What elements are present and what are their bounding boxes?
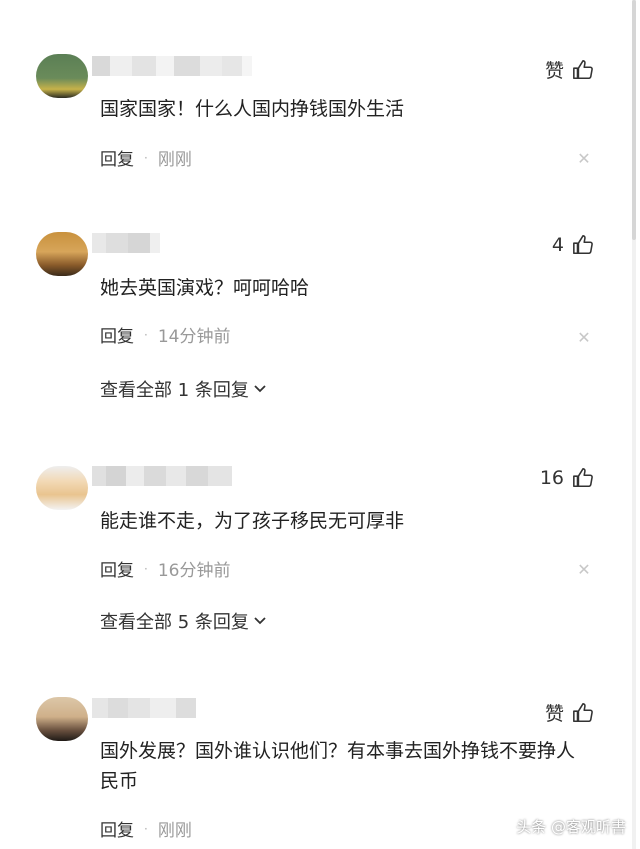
thumbs-up-icon (573, 468, 593, 488)
reply-button[interactable]: 回复 (100, 322, 134, 347)
chevron-down-icon (254, 617, 266, 625)
reply-button[interactable]: 回复 (100, 145, 134, 170)
view-replies-label: 查看全部 1 条回复 (100, 380, 249, 401)
thumbs-up-icon (573, 59, 593, 79)
scrollbar[interactable] (632, 0, 636, 849)
like-count: 4 (551, 234, 564, 256)
timestamp: 刚刚 (157, 150, 192, 170)
reply-button[interactable]: 回复 (100, 556, 134, 581)
watermark: 头条 @客观听書 (516, 818, 626, 836)
separator-dot: · (144, 821, 148, 836)
avatar[interactable] (36, 54, 88, 98)
comment-text: 国家国家！什么人国内挣钱国外生活 (100, 98, 405, 120)
reply-button[interactable]: 回复 (100, 816, 134, 841)
comment-meta: 回复 · 刚刚 (100, 145, 192, 170)
timestamp: 刚刚 (157, 821, 192, 841)
like-count: 赞 (544, 60, 564, 82)
username-blurred[interactable] (92, 233, 160, 253)
close-icon[interactable]: ✕ (576, 330, 592, 346)
chevron-down-icon (254, 385, 266, 393)
close-icon[interactable]: ✕ (576, 562, 592, 578)
timestamp: 16分钟前 (157, 561, 231, 581)
view-replies-link[interactable]: 查看全部 1 条回复 (100, 376, 267, 402)
comment-text: 她去英国演戏？呵呵哈哈 (100, 277, 310, 299)
comment-meta: 回复 · 14分钟前 (100, 322, 230, 347)
close-icon[interactable]: ✕ (576, 151, 592, 167)
separator-dot: · (144, 150, 148, 165)
comment-text: 国外发展？国外谁认识他们？有本事去国外挣钱不要挣人民币 (100, 740, 576, 792)
like-count: 赞 (544, 703, 564, 725)
scrollbar-thumb[interactable] (632, 0, 636, 240)
username-blurred[interactable] (92, 56, 252, 76)
timestamp: 14分钟前 (157, 327, 231, 347)
username-blurred[interactable] (92, 698, 196, 718)
like-button[interactable]: 16 (540, 467, 594, 489)
comment-text: 能走谁不走，为了孩子移民无可厚非 (100, 510, 405, 532)
comment-meta: 回复 · 刚刚 (100, 816, 192, 841)
thumbs-up-icon (573, 235, 593, 255)
like-button[interactable]: 赞 (545, 56, 594, 83)
avatar[interactable] (36, 466, 88, 510)
avatar[interactable] (36, 232, 88, 276)
separator-dot: · (144, 561, 148, 576)
thumbs-up-icon (573, 702, 593, 722)
username-blurred[interactable] (92, 466, 232, 486)
separator-dot: · (144, 327, 148, 342)
comment-meta: 回复 · 16分钟前 (100, 556, 230, 581)
view-replies-link[interactable]: 查看全部 5 条回复 (100, 608, 267, 634)
like-button[interactable]: 赞 (545, 699, 594, 726)
avatar[interactable] (36, 697, 88, 741)
like-count: 16 (539, 467, 564, 489)
view-replies-label: 查看全部 5 条回复 (100, 612, 249, 633)
like-button[interactable]: 4 (552, 234, 594, 256)
